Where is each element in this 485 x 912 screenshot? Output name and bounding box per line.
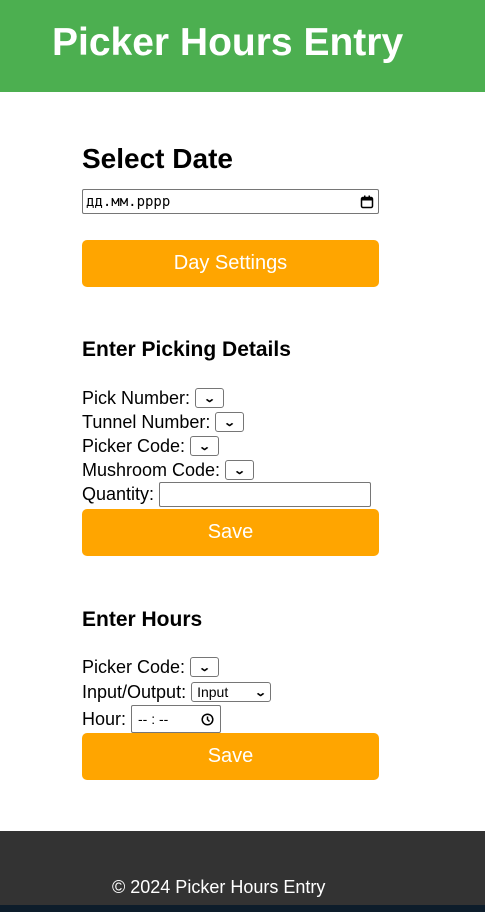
quantity-label: Quantity: xyxy=(82,483,155,504)
hour-placeholder: -- : -- xyxy=(138,711,169,727)
mushroom-code-label: Mushroom Code: xyxy=(82,459,221,480)
bottom-strip xyxy=(0,905,485,912)
io-label: Input/Output: xyxy=(82,681,187,702)
date-input[interactable]: дд.мм.рррр xyxy=(82,189,379,214)
save-hours-button[interactable]: Save xyxy=(82,733,379,780)
select-date-heading: Select Date xyxy=(82,143,233,174)
io-selected-value: Input xyxy=(197,684,229,700)
mushroom-code-select[interactable]: ⌄ xyxy=(225,460,255,480)
hour-label: Hour: xyxy=(82,708,127,729)
footer: © 2024 Picker Hours Entry xyxy=(0,831,485,905)
picker-code-label: Picker Code: xyxy=(82,435,186,456)
clock-icon[interactable] xyxy=(201,712,214,726)
tunnel-number-label: Tunnel Number: xyxy=(82,411,211,432)
chevron-down-icon: ⌄ xyxy=(198,661,211,674)
day-settings-button[interactable]: Day Settings xyxy=(82,240,379,287)
footer-copyright: © 2024 Picker Hours Entry xyxy=(112,877,326,897)
picking-details-heading: Enter Picking Details xyxy=(82,338,291,361)
calendar-icon[interactable] xyxy=(360,195,374,209)
hours-picker-code-label: Picker Code: xyxy=(82,656,186,677)
pick-number-select[interactable]: ⌄ xyxy=(195,388,225,408)
chevron-down-icon: ⌄ xyxy=(254,686,267,699)
app-title: Picker Hours Entry xyxy=(52,21,404,64)
chevron-down-icon: ⌄ xyxy=(233,464,247,477)
app-header: Picker Hours Entry xyxy=(0,0,485,92)
chevron-down-icon: ⌄ xyxy=(203,392,216,405)
chevron-down-icon: ⌄ xyxy=(223,416,237,429)
tunnel-number-select[interactable]: ⌄ xyxy=(215,412,245,432)
enter-hours-heading: Enter Hours xyxy=(82,608,203,631)
quantity-input[interactable] xyxy=(159,481,372,507)
io-select[interactable]: Input ⌄ xyxy=(191,682,272,702)
picker-code-select[interactable]: ⌄ xyxy=(190,436,220,456)
save-picking-button[interactable]: Save xyxy=(82,509,379,556)
pick-number-label: Pick Number: xyxy=(82,387,191,408)
date-placeholder: дд.мм.рррр xyxy=(86,193,171,210)
hours-picker-code-select[interactable]: ⌄ xyxy=(190,657,220,677)
hour-input[interactable]: -- : -- xyxy=(131,705,222,733)
chevron-down-icon: ⌄ xyxy=(198,440,211,453)
